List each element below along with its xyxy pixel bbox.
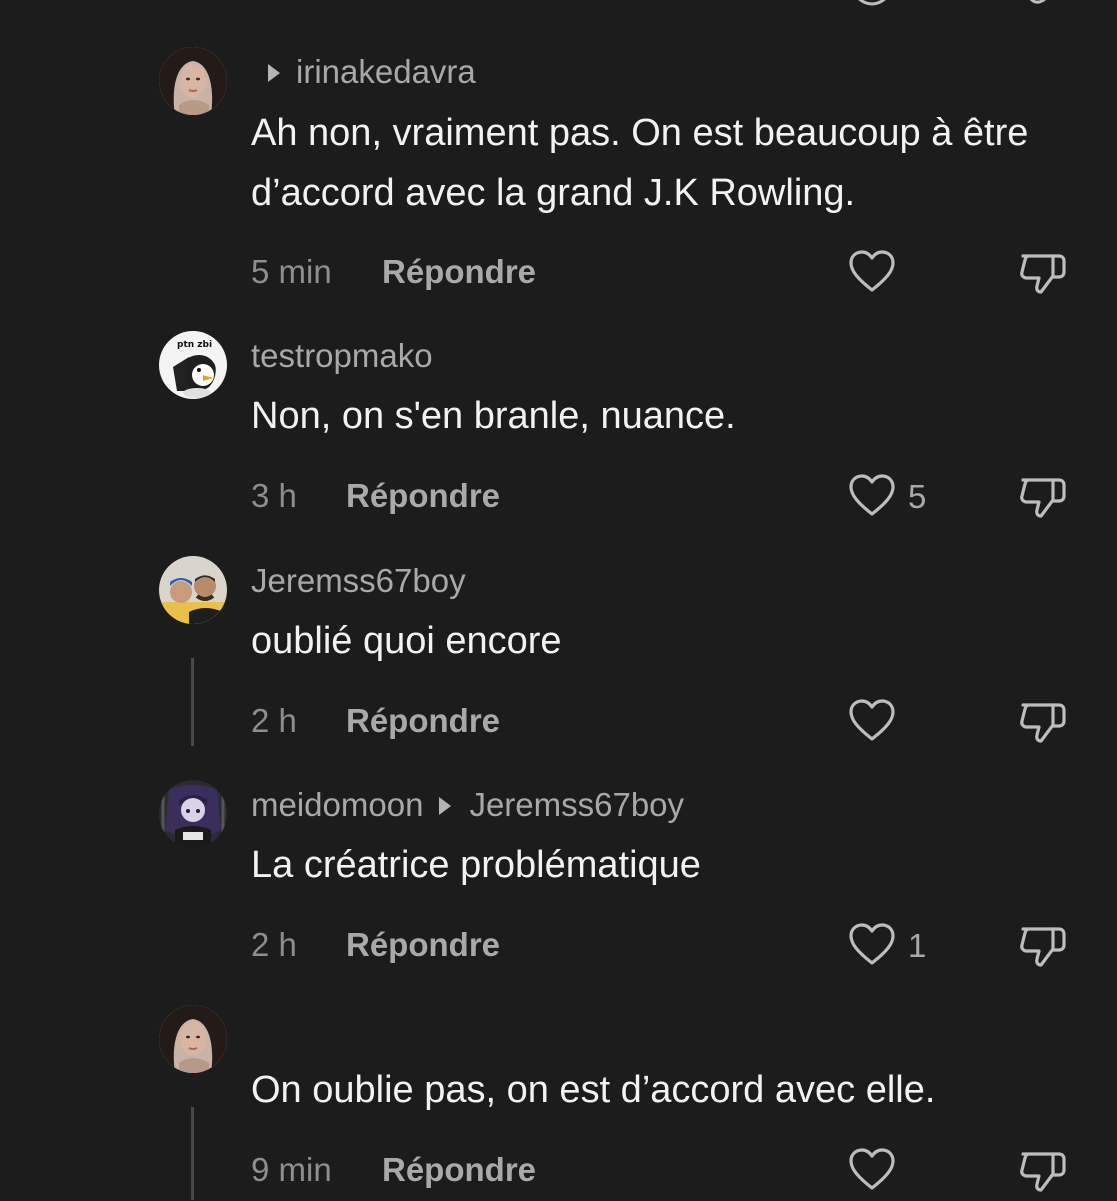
reply-button[interactable]: Répondre — [382, 1150, 536, 1190]
thread-line — [191, 1107, 194, 1200]
heart-icon[interactable] — [848, 698, 896, 744]
thumbs-down-icon[interactable] — [1017, 695, 1069, 747]
thread-line — [191, 658, 194, 746]
thumbs-down-icon[interactable] — [1017, 1144, 1069, 1196]
thumbs-down-icon[interactable] — [1017, 246, 1069, 298]
username[interactable]: meidomoon — [251, 786, 423, 823]
previous-comment-fragment — [0, 0, 1117, 6]
heart-icon[interactable] — [848, 473, 896, 519]
comment-text: Non, on s'en branle, nuance. — [251, 395, 736, 437]
reply-button[interactable]: Répondre — [346, 925, 500, 965]
comment-time: 2 h — [251, 702, 297, 739]
avatar[interactable] — [159, 47, 227, 115]
reply-arrow-icon — [439, 797, 452, 815]
username[interactable]: irinakedavra — [296, 53, 476, 90]
username[interactable]: testropmako — [251, 336, 433, 376]
avatar[interactable] — [159, 780, 227, 848]
avatar[interactable] — [159, 556, 227, 624]
username-line: irinakedavra — [268, 52, 476, 92]
comment-time: 9 min — [251, 1151, 332, 1188]
username[interactable]: Jeremss67boy — [251, 561, 466, 601]
avatar[interactable]: ptn zbi — [159, 331, 227, 399]
comment-text: On oublie pas, on est d’accord avec elle… — [251, 1069, 936, 1111]
thumbs-down-icon[interactable] — [1017, 919, 1069, 971]
reply-arrow-icon — [268, 64, 280, 82]
like-count: 1 — [908, 927, 927, 964]
like-count: 5 — [908, 478, 927, 515]
thumbs-down-icon[interactable] — [1017, 470, 1069, 522]
avatar-label: ptn zbi — [177, 340, 212, 350]
comment-time: 2 h — [251, 926, 297, 963]
comment-time: 5 min — [251, 253, 332, 290]
heart-icon[interactable] — [848, 922, 896, 968]
username-line: meidomoon Jeremss67boy — [251, 785, 684, 825]
comment-text: Ah non, vraiment pas. On est beaucoup à … — [251, 112, 1029, 214]
avatar[interactable] — [159, 1005, 227, 1073]
reply-button[interactable]: Répondre — [382, 252, 536, 292]
heart-icon[interactable] — [848, 1147, 896, 1193]
comment-time: 3 h — [251, 477, 297, 514]
heart-icon[interactable] — [848, 249, 896, 295]
reply-button[interactable]: Répondre — [346, 476, 500, 516]
comment-text: La créatrice problématique — [251, 844, 701, 886]
reply-to-username[interactable]: Jeremss67boy — [469, 786, 684, 823]
reply-button[interactable]: Répondre — [346, 701, 500, 741]
comment-text: oublié quoi encore — [251, 620, 562, 662]
